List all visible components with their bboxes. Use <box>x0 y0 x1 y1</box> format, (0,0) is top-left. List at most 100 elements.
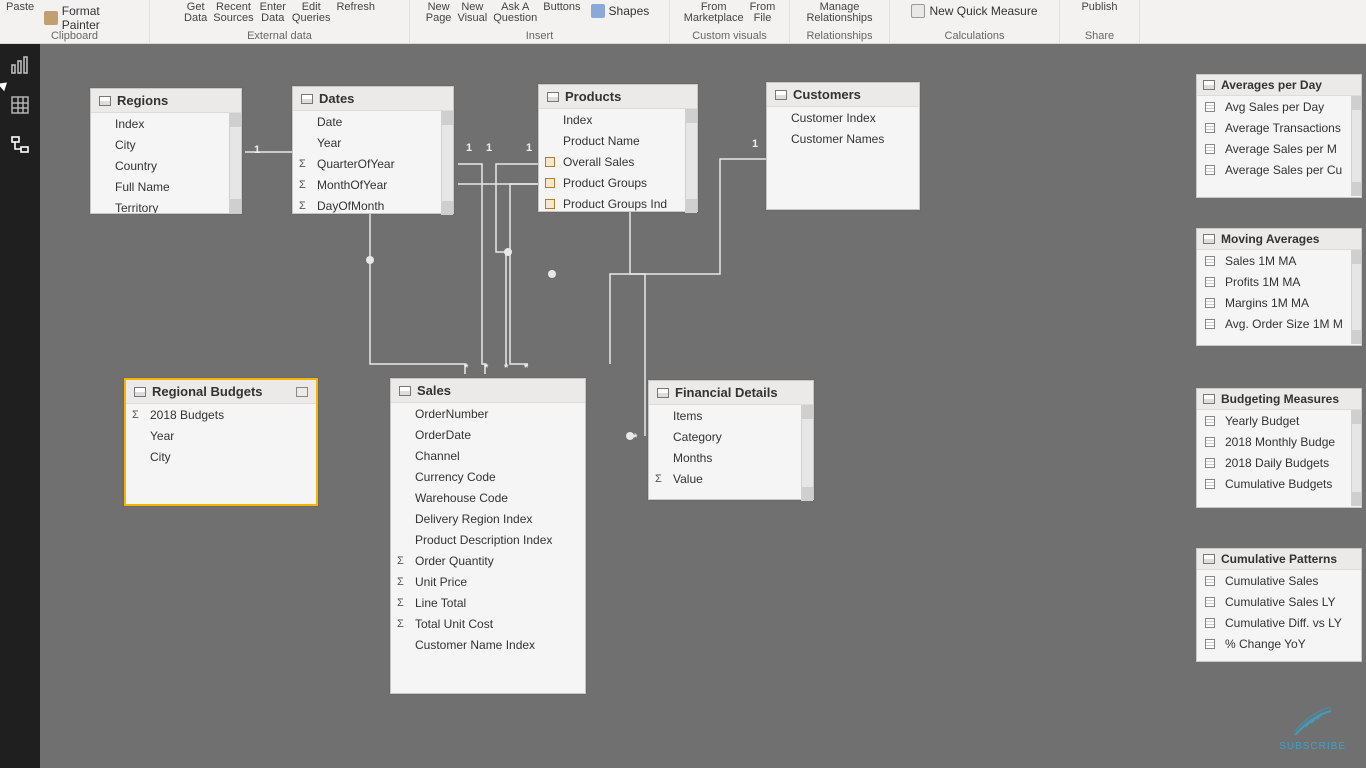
field-item[interactable]: Cumulative Diff. vs LY <box>1197 612 1361 633</box>
field-item[interactable]: Σ2018 Budgets <box>126 404 316 425</box>
field-item[interactable]: Delivery Region Index <box>391 508 585 529</box>
table-financial-details[interactable]: Financial Details Items Category Months … <box>648 380 814 500</box>
scrollbar[interactable] <box>1351 410 1361 506</box>
table-header[interactable]: Moving Averages <box>1197 229 1361 250</box>
field-item[interactable]: % Change YoY <box>1197 633 1361 654</box>
table-header[interactable]: Budgeting Measures <box>1197 389 1361 410</box>
from-marketplace-button[interactable]: From Marketplace <box>684 2 744 24</box>
field-item[interactable]: Avg Sales per Day <box>1197 96 1351 117</box>
field-item[interactable]: Country <box>91 155 229 176</box>
measure-table-cumulative-patterns[interactable]: Cumulative Patterns Cumulative Sales Cum… <box>1196 548 1362 662</box>
field-item[interactable]: ΣLine Total <box>391 592 585 613</box>
publish-button[interactable]: Publish <box>1081 2 1117 13</box>
field-item[interactable]: Cumulative Budgets <box>1197 473 1351 494</box>
field-item[interactable]: City <box>126 446 316 467</box>
field-item[interactable]: City <box>91 134 229 155</box>
table-sales[interactable]: Sales OrderNumber OrderDate Channel Curr… <box>390 378 586 694</box>
table-header[interactable]: Financial Details <box>649 381 813 405</box>
field-item[interactable]: ΣQuarterOfYear <box>293 153 441 174</box>
field-item[interactable]: OrderDate <box>391 424 585 445</box>
field-item[interactable]: Overall Sales <box>539 151 685 172</box>
field-item[interactable]: ΣMonthOfYear <box>293 174 441 195</box>
table-header[interactable]: Regional Budgets <box>126 380 316 404</box>
shapes-button[interactable]: Shapes <box>587 2 654 20</box>
report-view-icon[interactable] <box>7 52 33 78</box>
table-header[interactable]: Dates <box>293 87 453 111</box>
field-item[interactable]: Product Groups <box>539 172 685 193</box>
field-item[interactable]: 2018 Daily Budgets <box>1197 452 1351 473</box>
field-item[interactable]: Territory <box>91 197 229 213</box>
from-file-button[interactable]: From File <box>750 2 776 24</box>
model-view-icon[interactable] <box>7 132 33 158</box>
ask-a-question-button[interactable]: Ask A Question <box>493 2 537 24</box>
field-item[interactable]: Warehouse Code <box>391 487 585 508</box>
field-item[interactable]: Index <box>539 109 685 130</box>
measure-table-moving-averages[interactable]: Moving Averages Sales 1M MA Profits 1M M… <box>1196 228 1362 346</box>
model-canvas[interactable]: 1 1 1 1 1 * * * * * Regions Index City C… <box>40 44 1366 768</box>
field-item[interactable]: Avg. Order Size 1M M <box>1197 313 1351 334</box>
field-item[interactable]: ΣValue <box>649 468 801 489</box>
table-header[interactable]: Averages per Day <box>1197 75 1361 96</box>
measure-table-averages-per-day[interactable]: Averages per Day Avg Sales per Day Avera… <box>1196 74 1362 198</box>
field-item[interactable]: Product Groups Ind <box>539 193 685 213</box>
field-item[interactable]: Months <box>649 447 801 468</box>
scrollbar[interactable] <box>441 111 453 215</box>
field-item[interactable]: Category <box>649 426 801 447</box>
field-item[interactable]: Customer Index <box>767 107 919 128</box>
table-customers[interactable]: Customers Customer Index Customer Names <box>766 82 920 210</box>
field-item[interactable]: 2018 Monthly Budge <box>1197 431 1351 452</box>
recent-sources-button[interactable]: Recent Sources <box>213 2 253 24</box>
field-item[interactable]: OrderNumber <box>391 403 585 424</box>
field-item[interactable]: Year <box>293 132 441 153</box>
table-header[interactable]: Products <box>539 85 697 109</box>
get-data-button[interactable]: Get Data <box>184 2 207 24</box>
table-dates[interactable]: Dates Date Year ΣQuarterOfYear ΣMonthOfY… <box>292 86 454 214</box>
field-item[interactable]: ΣUnit Price <box>391 571 585 592</box>
table-header[interactable]: Regions <box>91 89 241 113</box>
table-regions[interactable]: Regions Index City Country Full Name Ter… <box>90 88 242 214</box>
scrollbar[interactable] <box>229 113 241 213</box>
field-item[interactable]: Year <box>126 425 316 446</box>
field-item[interactable]: Date <box>293 111 441 132</box>
enter-data-button[interactable]: Enter Data <box>260 2 286 24</box>
measure-table-budgeting-measures[interactable]: Budgeting Measures Yearly Budget 2018 Mo… <box>1196 388 1362 508</box>
field-item[interactable]: Full Name <box>91 176 229 197</box>
field-item[interactable]: Margins 1M MA <box>1197 292 1351 313</box>
table-header[interactable]: Sales <box>391 379 585 403</box>
field-item[interactable]: Average Sales per Cu <box>1197 159 1351 180</box>
new-page-button[interactable]: New Page <box>426 2 452 24</box>
field-item[interactable]: Cumulative Sales <box>1197 570 1361 591</box>
field-item[interactable]: Currency Code <box>391 466 585 487</box>
scrollbar[interactable] <box>1351 96 1361 196</box>
scrollbar[interactable] <box>685 109 697 213</box>
field-item[interactable]: Customer Name Index <box>391 634 585 655</box>
field-item[interactable]: Profits 1M MA <box>1197 271 1351 292</box>
table-header[interactable]: Customers <box>767 83 919 107</box>
field-item[interactable]: Average Transactions <box>1197 117 1351 138</box>
field-item[interactable]: ΣOrder Quantity <box>391 550 585 571</box>
new-quick-measure-button[interactable]: New Quick Measure <box>907 2 1041 20</box>
manage-relationships-button[interactable]: Manage Relationships <box>806 2 872 24</box>
paste-button[interactable]: Paste <box>6 2 34 13</box>
field-item[interactable]: Index <box>91 113 229 134</box>
new-visual-button[interactable]: New Visual <box>457 2 487 24</box>
field-item[interactable]: Channel <box>391 445 585 466</box>
data-view-icon[interactable] <box>7 92 33 118</box>
table-regional-budgets[interactable]: Regional Budgets Σ2018 Budgets Year City <box>124 378 318 506</box>
scrollbar[interactable] <box>801 405 813 501</box>
scrollbar[interactable] <box>1351 250 1361 344</box>
buttons-button[interactable]: Buttons <box>543 2 580 13</box>
field-item[interactable]: ΣTotal Unit Cost <box>391 613 585 634</box>
field-item[interactable]: Sales 1M MA <box>1197 250 1351 271</box>
field-item[interactable]: Items <box>649 405 801 426</box>
field-item[interactable]: Average Sales per M <box>1197 138 1351 159</box>
table-header[interactable]: Cumulative Patterns <box>1197 549 1361 570</box>
field-item[interactable]: Cumulative Sales LY <box>1197 591 1361 612</box>
refresh-button[interactable]: Refresh <box>336 2 375 13</box>
table-products[interactable]: Products Index Product Name Overall Sale… <box>538 84 698 212</box>
field-item[interactable]: Product Name <box>539 130 685 151</box>
edit-queries-button[interactable]: Edit Queries <box>292 2 331 24</box>
field-item[interactable]: Customer Names <box>767 128 919 149</box>
field-item[interactable]: ΣDayOfMonth <box>293 195 441 215</box>
field-item[interactable]: Product Description Index <box>391 529 585 550</box>
